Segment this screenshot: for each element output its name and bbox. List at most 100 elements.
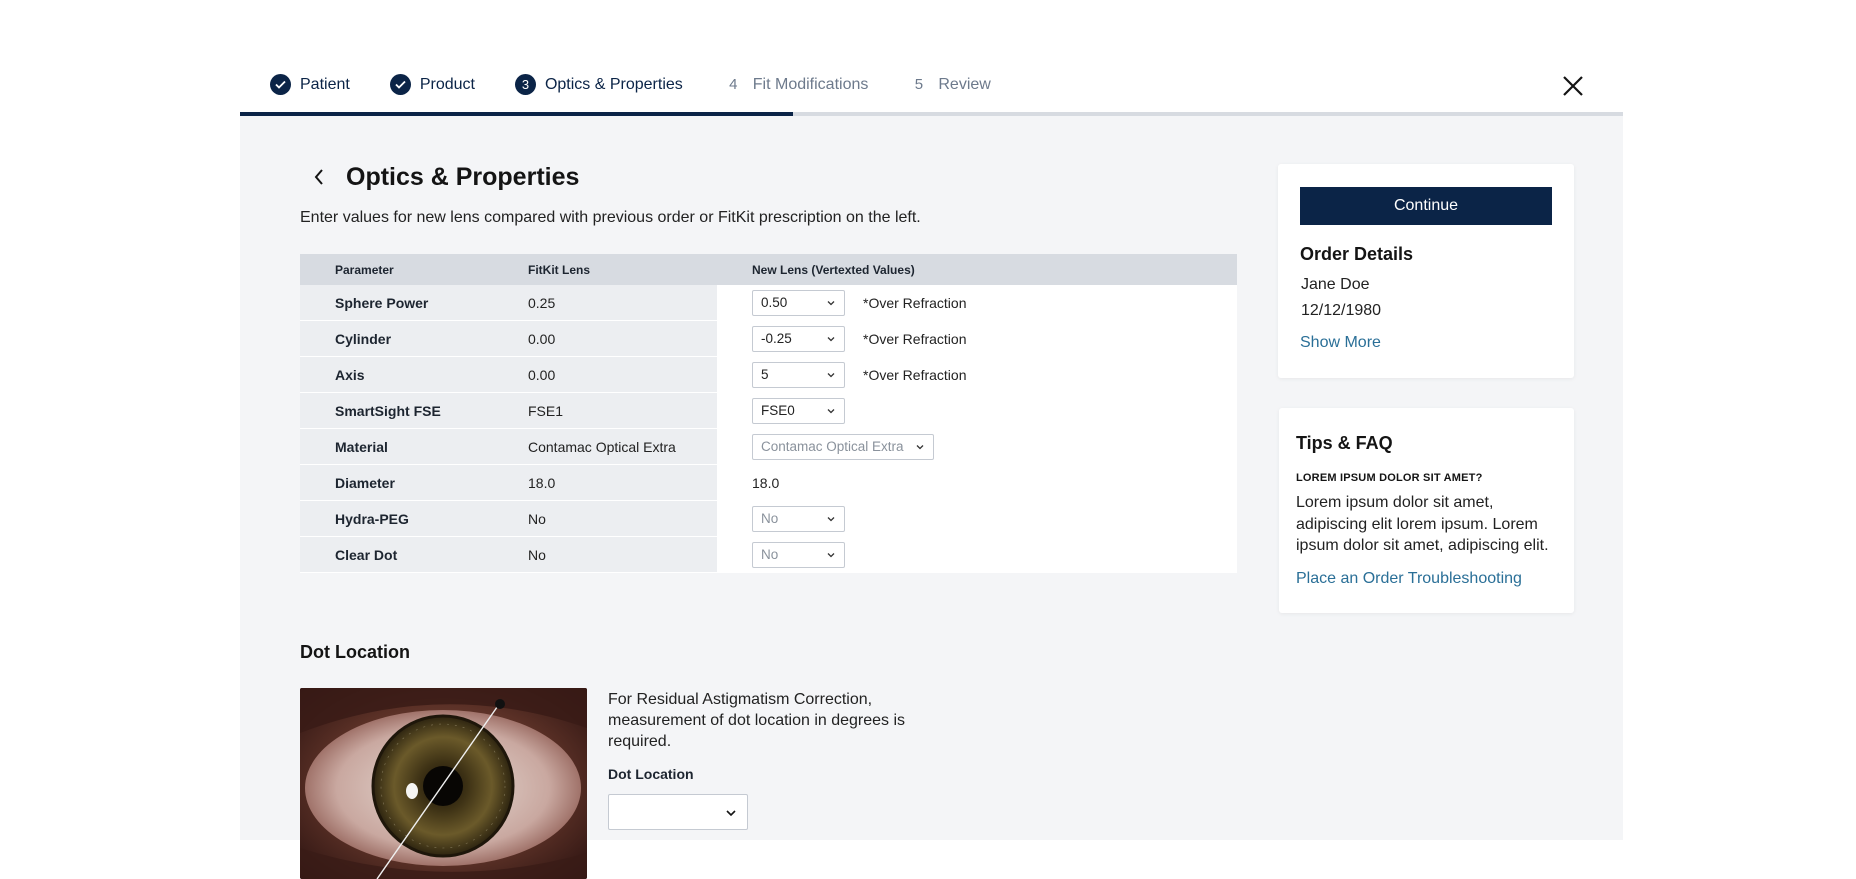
- select-value: No: [761, 547, 779, 562]
- fitkit-value: 18.0: [526, 465, 717, 500]
- parameter-name: Cylinder: [300, 321, 526, 356]
- step-product[interactable]: Product: [389, 74, 475, 95]
- dot-location-title: Dot Location: [300, 642, 410, 662]
- hydra-peg-select[interactable]: No: [752, 505, 845, 532]
- patient-dob: 12/12/1980: [1301, 302, 1382, 319]
- select-value: No: [761, 511, 779, 526]
- check-icon: [270, 74, 291, 95]
- clear-dot-select[interactable]: No: [752, 541, 845, 568]
- new-value-cell: No: [717, 501, 1237, 536]
- material-select[interactable]: Contamac Optical Extra: [752, 433, 934, 460]
- content-area: Optics & Properties Enter values for new…: [240, 116, 1623, 879]
- page-subtitle: Enter values for new lens compared with …: [300, 209, 921, 226]
- fitkit-value: 0.00: [526, 321, 717, 356]
- fitkit-value: No: [526, 501, 717, 536]
- chevron-down-icon: [827, 408, 835, 413]
- refraction-note: *Over Refraction: [863, 294, 967, 311]
- back-chevron-icon[interactable]: [306, 164, 332, 190]
- column-header: FitKit Lens: [528, 262, 590, 277]
- step-review[interactable]: 5 Review: [908, 74, 991, 95]
- table-row: Hydra-PEG No No: [300, 501, 1237, 537]
- parameter-name: Sphere Power: [300, 285, 526, 320]
- step-label: Patient: [300, 75, 350, 93]
- dot-location-description: For Residual Astigmatism Correction, mea…: [608, 691, 906, 750]
- close-icon[interactable]: [1559, 72, 1587, 100]
- check-icon: [389, 74, 411, 95]
- table-row: Diameter 18.0 18.0: [300, 465, 1237, 501]
- step-label: Product: [419, 75, 475, 93]
- step-fit-modifications[interactable]: 4 Fit Modifications: [723, 74, 869, 95]
- chevron-down-icon: [827, 552, 835, 557]
- fitkit-value: 0.25: [526, 285, 717, 320]
- step-patient[interactable]: Patient: [270, 74, 350, 95]
- new-value-cell: FSE0: [717, 393, 1237, 428]
- step-label: Review: [938, 75, 991, 93]
- step-list: Patient Product 3 Optics & Properties 4 …: [270, 74, 1031, 95]
- new-value-cell: -0.25 *Over Refraction: [717, 321, 1237, 356]
- step-number: 4: [729, 76, 738, 93]
- select-value: -0.25: [761, 331, 792, 346]
- dot-location-select[interactable]: [608, 794, 748, 830]
- step-label: Optics & Properties: [544, 75, 683, 93]
- parameter-name: SmartSight FSE: [300, 393, 526, 428]
- stepper: Patient Product 3 Optics & Properties 4 …: [240, 60, 1623, 116]
- parameter-name: Diameter: [300, 465, 526, 500]
- chevron-down-icon: [827, 372, 835, 377]
- troubleshooting-link[interactable]: Place an Order Troubleshooting: [1296, 570, 1522, 588]
- patient-name: Jane Doe: [1301, 276, 1370, 293]
- eye-image: [300, 688, 587, 879]
- faq-title: Tips & FAQ: [1296, 433, 1393, 453]
- faq-question: LOREM IPSUM DOLOR SIT AMET?: [1296, 472, 1483, 484]
- chevron-down-icon: [916, 444, 924, 449]
- faq-answer: Lorem ipsum dolor sit amet, adipiscing e…: [1296, 494, 1549, 554]
- refraction-note: *Over Refraction: [863, 330, 967, 347]
- order-details-title: Order Details: [1300, 244, 1414, 264]
- fitkit-value: 0.00: [526, 357, 717, 392]
- diameter-value: 18.0: [752, 474, 780, 491]
- show-more-link[interactable]: Show More: [1300, 334, 1381, 352]
- axis-select[interactable]: 5: [752, 361, 845, 388]
- chevron-down-icon: [827, 336, 835, 341]
- step-label: Fit Modifications: [752, 75, 869, 93]
- select-value: FSE0: [761, 403, 795, 418]
- table-row: Material Contamac Optical Extra Contamac…: [300, 429, 1237, 465]
- refraction-note: *Over Refraction: [863, 366, 967, 383]
- table-row: Clear Dot No No: [300, 537, 1237, 573]
- parameter-name: Clear Dot: [300, 537, 526, 572]
- parameter-name: Hydra-PEG: [300, 501, 526, 536]
- title-row: Optics & Properties: [300, 160, 1237, 194]
- chevron-down-icon: [827, 300, 835, 305]
- step-number: 5: [914, 76, 924, 93]
- column-header: Parameter: [335, 262, 394, 277]
- column-header: New Lens (Vertexted Values): [752, 262, 915, 277]
- dot-location-label: Dot Location: [608, 766, 694, 782]
- chevron-down-icon: [726, 810, 736, 817]
- new-value-cell: 5 *Over Refraction: [717, 357, 1237, 392]
- continue-button[interactable]: Continue: [1300, 187, 1552, 225]
- fitkit-value: Contamac Optical Extra: [526, 429, 717, 464]
- fitkit-value: No: [526, 537, 717, 572]
- select-value: 5: [761, 367, 769, 382]
- select-value: 0.50: [761, 295, 788, 310]
- select-value: Contamac Optical Extra: [761, 439, 904, 454]
- page-title: Optics & Properties: [346, 162, 580, 191]
- fitkit-value: FSE1: [526, 393, 717, 428]
- new-value-cell: Contamac Optical Extra: [717, 429, 1237, 464]
- new-value-cell: 0.50 *Over Refraction: [717, 285, 1237, 320]
- step-optics-properties[interactable]: 3 Optics & Properties: [514, 74, 683, 95]
- cylinder-select[interactable]: -0.25: [752, 325, 845, 352]
- tips-faq-card: Tips & FAQ LOREM IPSUM DOLOR SIT AMET? L…: [1279, 408, 1574, 613]
- table-header: Parameter FitKit Lens New Lens (Vertexte…: [300, 254, 1237, 285]
- smartsight-fse-select[interactable]: FSE0: [752, 397, 845, 424]
- main-panel: Optics & Properties Enter values for new…: [300, 160, 1237, 879]
- chevron-down-icon: [827, 516, 835, 521]
- step-number: 3: [514, 74, 536, 95]
- table-row: Sphere Power 0.25 0.50 *Over Refraction: [300, 285, 1237, 321]
- parameter-name: Axis: [300, 357, 526, 392]
- new-value-cell: 18.0: [717, 465, 1237, 500]
- sphere-power-select[interactable]: 0.50: [752, 289, 845, 316]
- order-details-card: Continue Order Details Jane Doe 12/12/19…: [1278, 164, 1574, 378]
- table-row: SmartSight FSE FSE1 FSE0: [300, 393, 1237, 429]
- table-row: Axis 0.00 5 *Over Refraction: [300, 357, 1237, 393]
- parameter-name: Material: [300, 429, 526, 464]
